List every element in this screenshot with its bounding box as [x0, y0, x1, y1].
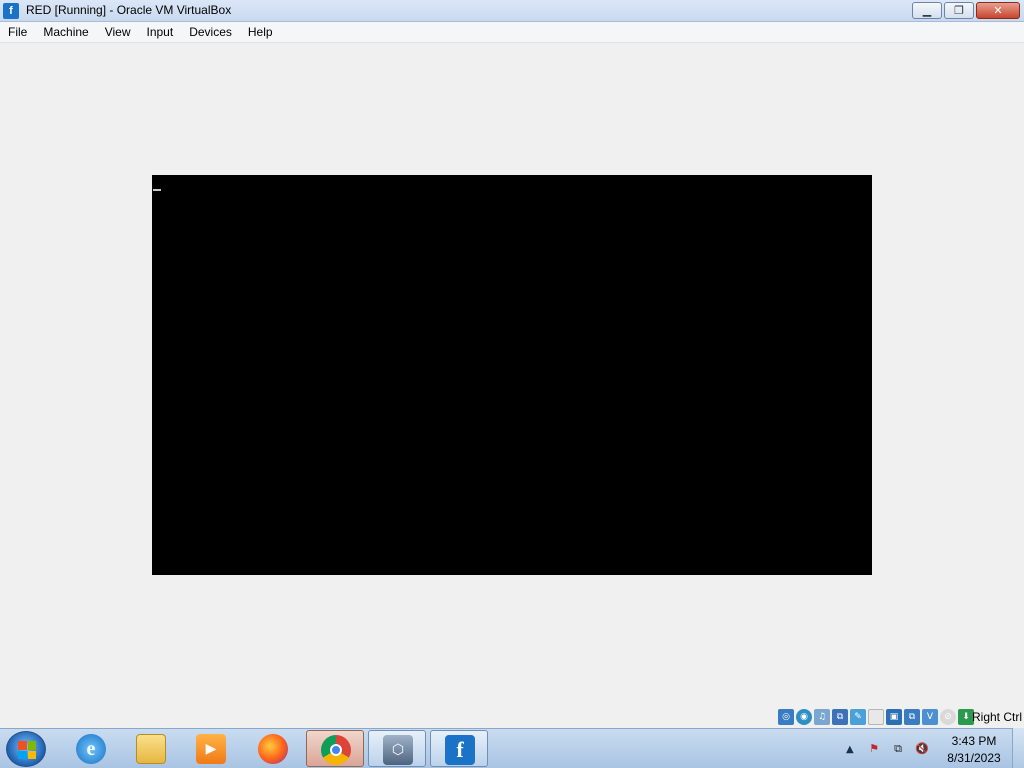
menu-bar: File Machine View Input Devices Help	[0, 22, 1024, 43]
vm-screen[interactable]	[152, 175, 872, 575]
window-controls: ▁ ❐ ✕	[912, 2, 1020, 19]
chrome-icon	[321, 735, 351, 765]
volume-muted-icon[interactable]: 🔇	[914, 741, 930, 757]
media-player-icon: ▶	[196, 734, 226, 764]
windows-logo-icon	[18, 741, 36, 759]
internet-explorer-icon: e	[76, 734, 106, 764]
flag-error-icon[interactable]: ⚑	[866, 741, 882, 757]
clock-time: 3:43 PM	[951, 734, 997, 748]
firefox-icon	[258, 734, 288, 764]
virtualbox-icon: ⬡	[383, 735, 413, 765]
close-button[interactable]: ✕	[976, 2, 1020, 19]
start-button[interactable]	[6, 731, 46, 767]
shared-folders-icon[interactable]	[868, 709, 884, 725]
taskbar-virtualbox-vm[interactable]: f	[430, 730, 488, 767]
show-desktop-button[interactable]	[1012, 728, 1024, 768]
taskbar-chrome[interactable]	[306, 730, 364, 767]
host-key-label[interactable]: Right Ctrl	[972, 710, 1022, 724]
text-cursor	[153, 189, 161, 191]
taskbar-firefox[interactable]	[244, 730, 302, 767]
taskbar-internet-explorer[interactable]: e	[62, 730, 120, 767]
display-icon[interactable]: ▣	[886, 709, 902, 725]
menu-view[interactable]: View	[97, 22, 139, 43]
usb-icon[interactable]: ✎	[850, 709, 866, 725]
menu-devices[interactable]: Devices	[181, 22, 240, 43]
status-bar: ◎ ◉ ♫ ⧉ ✎ ▣ ⧉ V ⊘ ⬇ Right Ctrl	[0, 706, 1024, 728]
optical-drive-icon[interactable]: ◉	[796, 709, 812, 725]
recording-icon[interactable]: ⧉	[904, 709, 920, 725]
hard-disk-icon[interactable]: ◎	[778, 709, 794, 725]
minimize-button[interactable]: ▁	[912, 2, 942, 19]
taskbar-virtualbox[interactable]: ⬡	[368, 730, 426, 767]
window-title: RED [Running] - Oracle VM VirtualBox	[26, 3, 232, 17]
tray-expand-icon[interactable]: ▲	[846, 744, 854, 755]
file-explorer-icon	[136, 734, 166, 764]
menu-machine[interactable]: Machine	[35, 22, 96, 43]
vm-display-area	[0, 43, 1024, 706]
menu-input[interactable]: Input	[139, 22, 182, 43]
menu-help[interactable]: Help	[240, 22, 281, 43]
cpu-icon[interactable]: V	[922, 709, 938, 725]
status-icons: ◎ ◉ ♫ ⧉ ✎ ▣ ⧉ V ⊘ ⬇	[778, 709, 974, 725]
network-icon[interactable]: ⧉	[890, 741, 906, 757]
audio-icon[interactable]: ♫	[814, 709, 830, 725]
virtualbox-vm-icon: f	[445, 735, 475, 765]
taskbar-media-player[interactable]: ▶	[182, 730, 240, 767]
virtualbox-icon: f	[3, 3, 19, 19]
taskbar-file-explorer[interactable]	[122, 730, 180, 767]
clock-date: 8/31/2023	[947, 751, 1001, 765]
restore-button[interactable]: ❐	[944, 2, 974, 19]
title-bar[interactable]: f RED [Running] - Oracle VM VirtualBox ▁…	[0, 0, 1024, 22]
clock[interactable]: 3:43 PM 8/31/2023	[940, 733, 1008, 767]
capture-icon[interactable]: ⊘	[940, 709, 956, 725]
network-icon[interactable]: ⧉	[832, 709, 848, 725]
menu-file[interactable]: File	[0, 22, 35, 43]
